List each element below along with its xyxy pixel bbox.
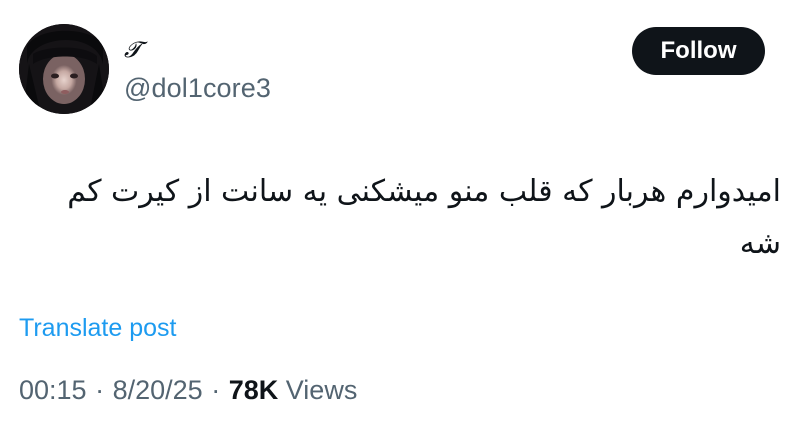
- meta-separator: ·: [211, 375, 221, 405]
- display-name[interactable]: 𝓣: [124, 38, 141, 63]
- post-time[interactable]: 00:15: [19, 375, 87, 405]
- user-handle[interactable]: @dol1core3: [124, 73, 271, 104]
- tweet-meta: 00:15 · 8/20/25 · 78K Views: [19, 375, 357, 406]
- tweet-text: امیدوارم هربار که قلب منو میشکنی یه سانت…: [67, 174, 781, 261]
- tweet: 𝓣 @dol1core3 Follow امیدوارم هربار که قل…: [0, 0, 800, 423]
- avatar[interactable]: [19, 24, 109, 114]
- meta-separator: ·: [95, 375, 105, 405]
- avatar-image: [19, 24, 109, 114]
- views-label: Views: [285, 375, 358, 405]
- translate-post-link[interactable]: Translate post: [19, 314, 176, 343]
- follow-button[interactable]: Follow: [632, 27, 765, 75]
- views-count[interactable]: 78K: [229, 375, 279, 405]
- post-date[interactable]: 8/20/25: [113, 375, 203, 405]
